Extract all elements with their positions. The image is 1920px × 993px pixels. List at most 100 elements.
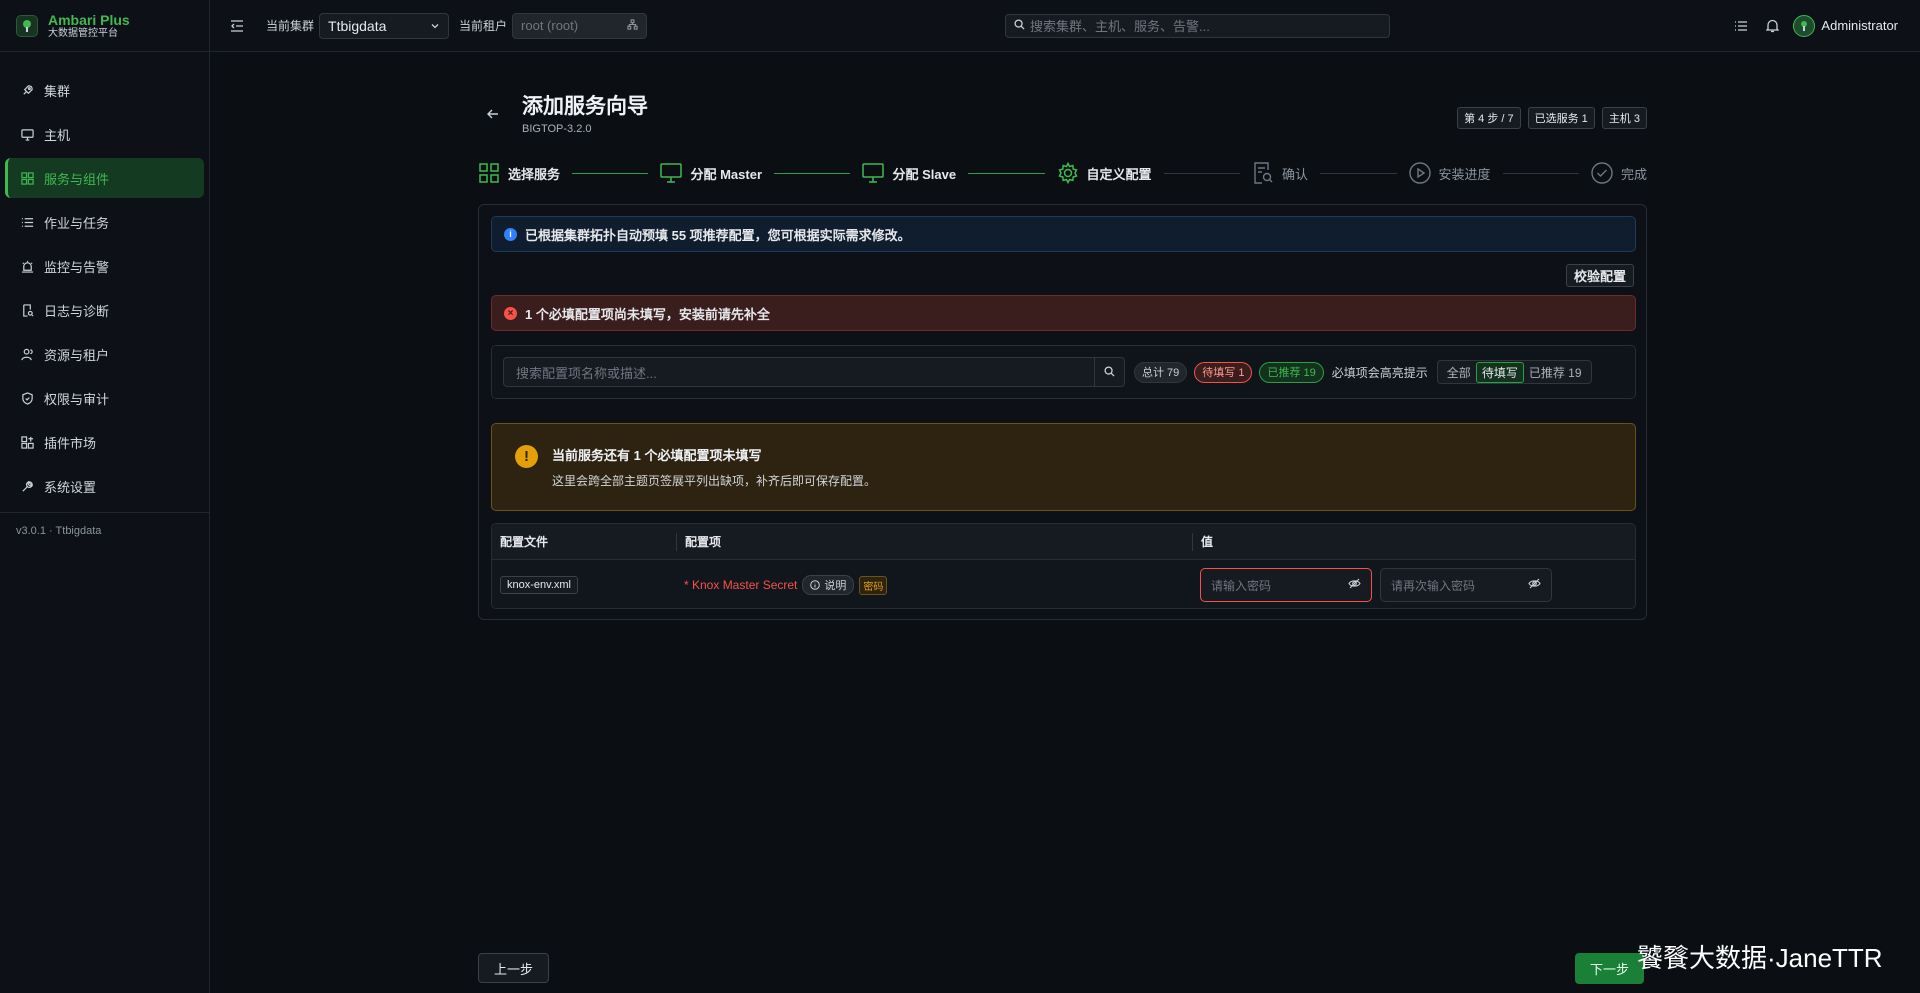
user-name[interactable]: Administrator bbox=[1821, 18, 1898, 33]
sidebar-item-logs[interactable]: 日志与诊断 bbox=[5, 290, 204, 330]
filter-recommended[interactable]: 已推荐 19 bbox=[1524, 363, 1587, 382]
search-icon bbox=[1104, 365, 1115, 380]
users-icon bbox=[20, 347, 34, 361]
config-search-button[interactable] bbox=[1095, 357, 1125, 387]
password-confirm-input[interactable]: 请再次输入密码 bbox=[1380, 568, 1552, 602]
task-list-icon[interactable] bbox=[1734, 19, 1748, 33]
step-connector bbox=[572, 172, 649, 174]
sidebar-item-settings[interactable]: 系统设置 bbox=[5, 466, 204, 506]
wizard-header: 添加服务向导 BIGTOP-3.2.0 第 4 步 / 7 已选服务 1 主机 … bbox=[478, 52, 1647, 146]
bell-icon[interactable] bbox=[1766, 19, 1780, 33]
sidebar-item-cluster[interactable]: 集群 bbox=[5, 70, 204, 110]
cell-file: knox-env.xml bbox=[492, 576, 676, 594]
step-label: 选择服务 bbox=[508, 166, 561, 182]
topbar-actions: Administrator bbox=[1716, 14, 1898, 37]
error-alert: × 1 个必填配置项尚未填写，安装前请先补全 bbox=[491, 295, 1636, 331]
monitor-icon bbox=[862, 162, 885, 184]
pending-count-chip: 待填写 1 bbox=[1194, 361, 1253, 383]
sidebar-item-services[interactable]: 服务与组件 bbox=[5, 158, 204, 198]
monitor-icon bbox=[660, 162, 683, 184]
filter-all[interactable]: 全部 bbox=[1442, 363, 1476, 382]
step-select-services[interactable]: 选择服务 bbox=[478, 162, 560, 184]
eye-off-icon[interactable] bbox=[1348, 578, 1361, 592]
sidebar: Ambari Plus 大数据管控平台 集群 主机 服务与组件 作业与任务 监控… bbox=[0, 0, 210, 993]
step-label: 分配 Slave bbox=[892, 166, 957, 182]
brand[interactable]: Ambari Plus 大数据管控平台 bbox=[0, 0, 209, 52]
monitor-icon bbox=[20, 127, 34, 141]
step-assign-slave[interactable]: 分配 Slave bbox=[862, 162, 956, 184]
filter-segmented-control: 全部 待填写 已推荐 19 bbox=[1436, 360, 1592, 384]
required-hint: 必填项会高亮提示 bbox=[1331, 365, 1428, 380]
global-search-input[interactable]: 搜索集群、主机、服务、告警... bbox=[1005, 13, 1390, 38]
sidebar-item-label: 日志与诊断 bbox=[44, 303, 110, 319]
sidebar-item-plugins[interactable]: 插件市场 bbox=[5, 422, 204, 462]
total-count-chip: 总计 79 bbox=[1134, 361, 1188, 383]
explain-button[interactable]: 说明 bbox=[802, 575, 855, 595]
error-text: 1 个必填配置项尚未填写，安装前请先补全 bbox=[525, 306, 770, 322]
next-step-button[interactable]: 下一步 bbox=[1575, 953, 1645, 984]
warning-desc: 这里会跨全部主题页签展平列出缺项，补齐后即可保存配置。 bbox=[552, 474, 877, 488]
step-label: 完成 bbox=[1621, 166, 1648, 182]
step-install-progress[interactable]: 安装进度 bbox=[1408, 162, 1491, 184]
cluster-select-value: Ttbigdata bbox=[328, 17, 387, 34]
info-circle-icon bbox=[810, 580, 821, 590]
step-finish[interactable]: 完成 bbox=[1591, 162, 1647, 184]
step-count-badge: 第 4 步 / 7 bbox=[1457, 107, 1521, 129]
password-input[interactable]: 请输入密码 bbox=[1200, 568, 1372, 602]
close-circle-icon: × bbox=[504, 306, 517, 320]
step-confirm[interactable]: 确认 bbox=[1252, 162, 1308, 184]
watermark: 饕餮大数据·JaneTTR bbox=[1637, 943, 1883, 973]
recommended-count-chip: 已推荐 19 bbox=[1259, 361, 1324, 383]
hierarchy-icon bbox=[627, 18, 638, 33]
sidebar-item-monitoring[interactable]: 监控与告警 bbox=[5, 246, 204, 286]
grid-icon bbox=[478, 162, 500, 184]
play-circle-icon bbox=[1408, 162, 1431, 184]
config-search-input[interactable]: 搜索配置项名称或描述... bbox=[503, 357, 1095, 387]
header-config-item: 配置项 bbox=[676, 532, 1192, 551]
brand-subtitle: 大数据管控平台 bbox=[48, 27, 118, 39]
sidebar-item-label: 资源与租户 bbox=[44, 347, 110, 363]
missing-config-table: 配置文件 配置项 值 knox-env.xml * Knox Master Se… bbox=[491, 523, 1636, 609]
warning-title: 当前服务还有 1 个必填配置项未填写 bbox=[552, 448, 762, 463]
validate-config-button[interactable]: 校验配置 bbox=[1565, 264, 1634, 287]
log-search-icon bbox=[20, 303, 34, 317]
sidebar-item-permissions[interactable]: 权限与审计 bbox=[5, 378, 204, 418]
info-alert: i 已根据集群拓扑自动预填 55 项推荐配置，您可根据实际需求修改。 bbox=[491, 216, 1636, 252]
step-customize-config[interactable]: 自定义配置 bbox=[1057, 162, 1152, 184]
info-text: 已根据集群拓扑自动预填 55 项推荐配置，您可根据实际需求修改。 bbox=[525, 227, 911, 243]
tenant-input-placeholder: root (root) bbox=[521, 18, 579, 33]
menu-toggle-icon[interactable] bbox=[230, 18, 246, 34]
rocket-icon bbox=[20, 83, 34, 97]
filter-pending[interactable]: 待填写 bbox=[1475, 361, 1524, 383]
tenant-input[interactable]: root (root) bbox=[512, 12, 648, 39]
header-config-file: 配置文件 bbox=[500, 535, 549, 549]
hosts-badge: 主机 3 bbox=[1601, 107, 1647, 129]
step-assign-master[interactable]: 分配 Master bbox=[660, 162, 762, 184]
config-file-tag: knox-env.xml bbox=[500, 576, 578, 594]
plugin-icon bbox=[20, 435, 34, 449]
step-label: 确认 bbox=[1282, 166, 1309, 182]
sidebar-item-label: 权限与审计 bbox=[44, 391, 110, 407]
back-arrow-icon[interactable] bbox=[486, 107, 500, 124]
topbar: 当前集群 Ttbigdata 当前租户 root (root) 搜索集群、主机、… bbox=[210, 0, 1920, 52]
step-label: 自定义配置 bbox=[1086, 166, 1152, 182]
sidebar-item-jobs[interactable]: 作业与任务 bbox=[5, 202, 204, 242]
version-label: v3.0.1 · Ttbigdata bbox=[0, 512, 209, 549]
sidebar-item-label: 系统设置 bbox=[44, 479, 97, 495]
sidebar-nav: 集群 主机 服务与组件 作业与任务 监控与告警 日志与诊断 资源与租户 权限与审… bbox=[0, 52, 209, 506]
cluster-select[interactable]: Ttbigdata bbox=[319, 12, 450, 39]
brand-name: Ambari Plus bbox=[48, 11, 130, 28]
explain-label: 说明 bbox=[824, 580, 847, 592]
eye-off-icon[interactable] bbox=[1528, 578, 1541, 592]
sidebar-item-hosts[interactable]: 主机 bbox=[5, 114, 204, 154]
sidebar-item-label: 集群 bbox=[44, 83, 71, 99]
avatar[interactable] bbox=[1793, 14, 1816, 37]
prev-step-button[interactable]: 上一步 bbox=[478, 953, 550, 983]
grid-icon bbox=[20, 171, 34, 185]
cell-item: * Knox Master Secret 说明 密码 bbox=[676, 575, 1192, 595]
chevron-down-icon bbox=[430, 18, 440, 34]
sidebar-item-label: 主机 bbox=[44, 127, 71, 143]
sidebar-item-resources[interactable]: 资源与租户 bbox=[5, 334, 204, 374]
alarm-icon bbox=[20, 259, 34, 273]
global-search-placeholder: 搜索集群、主机、服务、告警... bbox=[1030, 19, 1210, 34]
